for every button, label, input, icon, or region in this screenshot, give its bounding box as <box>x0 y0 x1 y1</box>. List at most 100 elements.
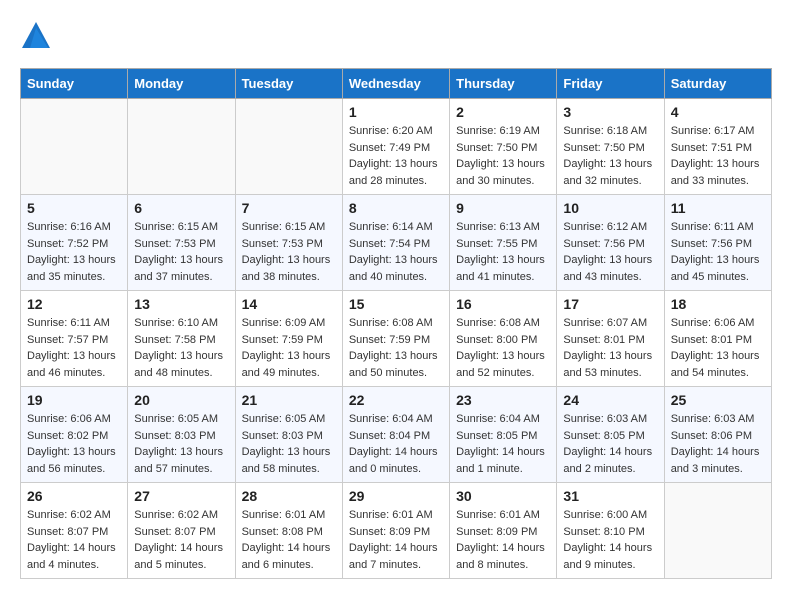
day-info: Sunrise: 6:13 AM Sunset: 7:55 PM Dayligh… <box>456 219 550 285</box>
day-number: 23 <box>456 392 550 408</box>
day-number: 15 <box>349 296 443 312</box>
calendar-table: SundayMondayTuesdayWednesdayThursdayFrid… <box>20 68 772 579</box>
calendar-cell: 20 Sunrise: 6:05 AM Sunset: 8:03 PM Dayli… <box>128 387 235 483</box>
day-info: Sunrise: 6:00 AM Sunset: 8:10 PM Dayligh… <box>563 507 657 573</box>
day-number: 14 <box>242 296 336 312</box>
day-info: Sunrise: 6:09 AM Sunset: 7:59 PM Dayligh… <box>242 315 336 381</box>
day-info: Sunrise: 6:04 AM Sunset: 8:04 PM Dayligh… <box>349 411 443 477</box>
day-info: Sunrise: 6:10 AM Sunset: 7:58 PM Dayligh… <box>134 315 228 381</box>
weekday-header-sunday: Sunday <box>21 69 128 99</box>
day-info: Sunrise: 6:14 AM Sunset: 7:54 PM Dayligh… <box>349 219 443 285</box>
weekday-header-thursday: Thursday <box>450 69 557 99</box>
calendar-week-row: 26 Sunrise: 6:02 AM Sunset: 8:07 PM Dayli… <box>21 483 772 579</box>
day-info: Sunrise: 6:05 AM Sunset: 8:03 PM Dayligh… <box>134 411 228 477</box>
calendar-cell: 18 Sunrise: 6:06 AM Sunset: 8:01 PM Dayli… <box>664 291 771 387</box>
day-number: 29 <box>349 488 443 504</box>
day-number: 12 <box>27 296 121 312</box>
day-number: 25 <box>671 392 765 408</box>
day-number: 11 <box>671 200 765 216</box>
calendar-cell <box>664 483 771 579</box>
calendar-cell: 11 Sunrise: 6:11 AM Sunset: 7:56 PM Dayli… <box>664 195 771 291</box>
day-info: Sunrise: 6:18 AM Sunset: 7:50 PM Dayligh… <box>563 123 657 189</box>
day-number: 4 <box>671 104 765 120</box>
weekday-header-monday: Monday <box>128 69 235 99</box>
calendar-cell: 16 Sunrise: 6:08 AM Sunset: 8:00 PM Dayli… <box>450 291 557 387</box>
day-info: Sunrise: 6:07 AM Sunset: 8:01 PM Dayligh… <box>563 315 657 381</box>
calendar-cell: 14 Sunrise: 6:09 AM Sunset: 7:59 PM Dayli… <box>235 291 342 387</box>
day-number: 26 <box>27 488 121 504</box>
day-info: Sunrise: 6:17 AM Sunset: 7:51 PM Dayligh… <box>671 123 765 189</box>
day-number: 19 <box>27 392 121 408</box>
day-info: Sunrise: 6:19 AM Sunset: 7:50 PM Dayligh… <box>456 123 550 189</box>
calendar-cell: 28Sunrise: 6:01 AM Sunset: 8:08 PM Dayli… <box>235 483 342 579</box>
day-info: Sunrise: 6:20 AM Sunset: 7:49 PM Dayligh… <box>349 123 443 189</box>
day-info: Sunrise: 6:06 AM Sunset: 8:02 PM Dayligh… <box>27 411 121 477</box>
calendar-cell: 10Sunrise: 6:12 AM Sunset: 7:56 PM Dayli… <box>557 195 664 291</box>
day-info: Sunrise: 6:11 AM Sunset: 7:57 PM Dayligh… <box>27 315 121 381</box>
calendar-cell: 2 Sunrise: 6:19 AM Sunset: 7:50 PM Daylig… <box>450 99 557 195</box>
calendar-week-row: 19 Sunrise: 6:06 AM Sunset: 8:02 PM Dayli… <box>21 387 772 483</box>
weekday-header-wednesday: Wednesday <box>342 69 449 99</box>
weekday-header-row: SundayMondayTuesdayWednesdayThursdayFrid… <box>21 69 772 99</box>
day-number: 21 <box>242 392 336 408</box>
day-info: Sunrise: 6:08 AM Sunset: 7:59 PM Dayligh… <box>349 315 443 381</box>
day-number: 16 <box>456 296 550 312</box>
calendar-cell: 7 Sunrise: 6:15 AM Sunset: 7:53 PM Daylig… <box>235 195 342 291</box>
day-info: Sunrise: 6:16 AM Sunset: 7:52 PM Dayligh… <box>27 219 121 285</box>
day-number: 1 <box>349 104 443 120</box>
calendar-cell: 17 Sunrise: 6:07 AM Sunset: 8:01 PM Dayli… <box>557 291 664 387</box>
logo <box>20 20 56 52</box>
day-number: 6 <box>134 200 228 216</box>
calendar-cell: 23 Sunrise: 6:04 AM Sunset: 8:05 PM Dayli… <box>450 387 557 483</box>
day-number: 22 <box>349 392 443 408</box>
calendar-cell: 13 Sunrise: 6:10 AM Sunset: 7:58 PM Dayli… <box>128 291 235 387</box>
day-info: Sunrise: 6:02 AM Sunset: 8:07 PM Dayligh… <box>27 507 121 573</box>
day-number: 7 <box>242 200 336 216</box>
day-number: 30 <box>456 488 550 504</box>
day-number: 9 <box>456 200 550 216</box>
day-info: Sunrise: 6:04 AM Sunset: 8:05 PM Dayligh… <box>456 411 550 477</box>
day-info: Sunrise: 6:01 AM Sunset: 8:08 PM Dayligh… <box>242 507 336 573</box>
calendar-cell <box>21 99 128 195</box>
weekday-header-saturday: Saturday <box>664 69 771 99</box>
day-info: Sunrise: 6:15 AM Sunset: 7:53 PM Dayligh… <box>134 219 228 285</box>
calendar-week-row: 5 Sunrise: 6:16 AM Sunset: 7:52 PM Daylig… <box>21 195 772 291</box>
calendar-cell: 9 Sunrise: 6:13 AM Sunset: 7:55 PM Daylig… <box>450 195 557 291</box>
day-number: 5 <box>27 200 121 216</box>
calendar-cell <box>235 99 342 195</box>
calendar-cell: 19 Sunrise: 6:06 AM Sunset: 8:02 PM Dayli… <box>21 387 128 483</box>
calendar-cell: 30 Sunrise: 6:01 AM Sunset: 8:09 PM Dayli… <box>450 483 557 579</box>
day-info: Sunrise: 6:05 AM Sunset: 8:03 PM Dayligh… <box>242 411 336 477</box>
calendar-cell: 15 Sunrise: 6:08 AM Sunset: 7:59 PM Dayli… <box>342 291 449 387</box>
day-info: Sunrise: 6:01 AM Sunset: 8:09 PM Dayligh… <box>456 507 550 573</box>
calendar-cell: 31 Sunrise: 6:00 AM Sunset: 8:10 PM Dayli… <box>557 483 664 579</box>
day-number: 17 <box>563 296 657 312</box>
day-number: 24 <box>563 392 657 408</box>
calendar-cell: 21 Sunrise: 6:05 AM Sunset: 8:03 PM Dayli… <box>235 387 342 483</box>
day-info: Sunrise: 6:03 AM Sunset: 8:05 PM Dayligh… <box>563 411 657 477</box>
day-info: Sunrise: 6:06 AM Sunset: 8:01 PM Dayligh… <box>671 315 765 381</box>
day-info: Sunrise: 6:15 AM Sunset: 7:53 PM Dayligh… <box>242 219 336 285</box>
calendar-cell: 26 Sunrise: 6:02 AM Sunset: 8:07 PM Dayli… <box>21 483 128 579</box>
day-number: 18 <box>671 296 765 312</box>
calendar-cell: 1 Sunrise: 6:20 AM Sunset: 7:49 PM Daylig… <box>342 99 449 195</box>
day-number: 3 <box>563 104 657 120</box>
calendar-cell: 12 Sunrise: 6:11 AM Sunset: 7:57 PM Dayli… <box>21 291 128 387</box>
header <box>20 20 772 52</box>
calendar-week-row: 1 Sunrise: 6:20 AM Sunset: 7:49 PM Daylig… <box>21 99 772 195</box>
calendar-cell: 24 Sunrise: 6:03 AM Sunset: 8:05 PM Dayli… <box>557 387 664 483</box>
calendar-week-row: 12 Sunrise: 6:11 AM Sunset: 7:57 PM Dayli… <box>21 291 772 387</box>
day-number: 27 <box>134 488 228 504</box>
day-number: 2 <box>456 104 550 120</box>
logo-icon <box>20 20 52 52</box>
day-number: 10 <box>563 200 657 216</box>
day-number: 13 <box>134 296 228 312</box>
day-number: 31 <box>563 488 657 504</box>
day-number: 20 <box>134 392 228 408</box>
calendar-cell: 25Sunrise: 6:03 AM Sunset: 8:06 PM Dayli… <box>664 387 771 483</box>
calendar-cell: 4 Sunrise: 6:17 AM Sunset: 7:51 PM Daylig… <box>664 99 771 195</box>
calendar-cell: 27Sunrise: 6:02 AM Sunset: 8:07 PM Dayli… <box>128 483 235 579</box>
calendar-cell: 3 Sunrise: 6:18 AM Sunset: 7:50 PM Daylig… <box>557 99 664 195</box>
day-info: Sunrise: 6:08 AM Sunset: 8:00 PM Dayligh… <box>456 315 550 381</box>
day-info: Sunrise: 6:11 AM Sunset: 7:56 PM Dayligh… <box>671 219 765 285</box>
